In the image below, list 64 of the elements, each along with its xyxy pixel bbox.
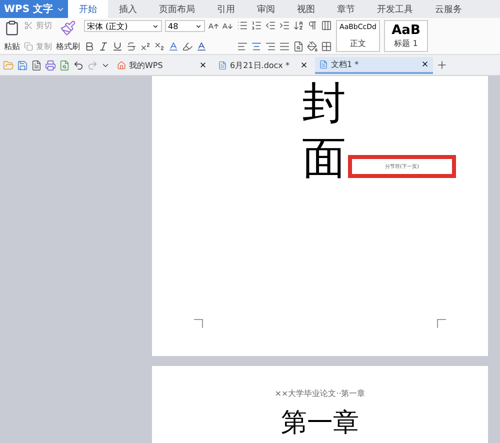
font-field[interactable]: 宋体 (正文) [84, 20, 162, 32]
font-size-field[interactable]: 48 [165, 20, 205, 32]
bold-icon[interactable] [84, 41, 95, 52]
superscript-icon[interactable] [140, 41, 151, 52]
page-header: ××大学毕业论文··第一章 [274, 388, 366, 399]
menu-tab[interactable]: 页面布局 [148, 0, 206, 18]
caret-icon [152, 22, 159, 30]
title-character: 封 [302, 78, 347, 131]
document-icon[interactable] [319, 60, 328, 68]
menu-tab[interactable]: 云服务 [424, 0, 473, 18]
text-effect-icon[interactable] [168, 41, 179, 52]
brush-icon[interactable] [60, 20, 76, 36]
close-icon[interactable] [199, 61, 207, 69]
paste-icon[interactable] [4, 20, 20, 36]
menu-tab[interactable]: 章节 [326, 0, 366, 18]
sort-icon[interactable] [293, 20, 304, 31]
document-tab[interactable]: 6月21日.docx * [214, 56, 312, 74]
margin-mark [437, 319, 446, 328]
undo-icon[interactable] [73, 60, 84, 70]
save-icon[interactable] [17, 60, 28, 70]
menu-tab[interactable]: 引用 [206, 0, 246, 18]
paste-button[interactable]: 粘贴 [4, 41, 20, 52]
close-icon[interactable] [421, 60, 429, 68]
menu-tab[interactable]: 插入 [108, 0, 148, 18]
borders-icon[interactable] [321, 41, 332, 52]
document-tab[interactable]: 文档1 * [315, 56, 433, 74]
menu-tab[interactable]: 开始 [68, 0, 108, 18]
shrink-font-icon[interactable] [222, 20, 233, 32]
document-icon[interactable] [218, 60, 227, 70]
align-center-icon[interactable] [251, 41, 262, 52]
subscript-icon[interactable] [154, 41, 165, 52]
close-icon[interactable] [300, 61, 308, 69]
justify-icon[interactable] [279, 41, 290, 52]
export-icon[interactable] [31, 60, 42, 70]
document-tab[interactable]: 我的WPS [113, 56, 211, 74]
marks-icon[interactable] [307, 20, 318, 31]
scissors-icon[interactable] [24, 21, 33, 30]
font-color-icon[interactable] [196, 41, 207, 52]
home-icon[interactable] [117, 60, 126, 70]
italic-icon[interactable] [98, 41, 109, 52]
menu-tab[interactable]: 开发工具 [366, 0, 424, 18]
align-right-icon[interactable] [265, 41, 276, 52]
highlight-icon[interactable] [182, 41, 193, 52]
underline-icon[interactable] [112, 41, 123, 52]
align-left-icon[interactable] [237, 41, 248, 52]
chapter-heading: 第一章 [281, 407, 359, 440]
table-icon[interactable] [321, 20, 332, 31]
new-tab-icon[interactable] [436, 59, 448, 71]
app-menu-button[interactable]: WPS 文字 [0, 0, 68, 18]
numbering-icon[interactable] [251, 20, 262, 31]
indent-icon[interactable] [279, 20, 290, 31]
title-character: 面 [302, 132, 346, 186]
caret-icon [195, 22, 202, 30]
shading-icon[interactable] [307, 41, 318, 52]
menu-tab[interactable]: 视图 [286, 0, 326, 18]
print-icon[interactable] [45, 60, 56, 70]
menu-tab[interactable]: 审阅 [246, 0, 286, 18]
format-painter-button[interactable]: 格式刷 [56, 41, 80, 52]
margin-mark [194, 319, 203, 328]
grow-font-icon[interactable] [208, 20, 219, 32]
copy-icon[interactable] [24, 42, 33, 51]
style-gallery-item[interactable]: AaB 标题 1 [384, 20, 428, 52]
strikethrough-icon[interactable] [126, 41, 137, 52]
outdent-icon[interactable] [265, 20, 276, 31]
